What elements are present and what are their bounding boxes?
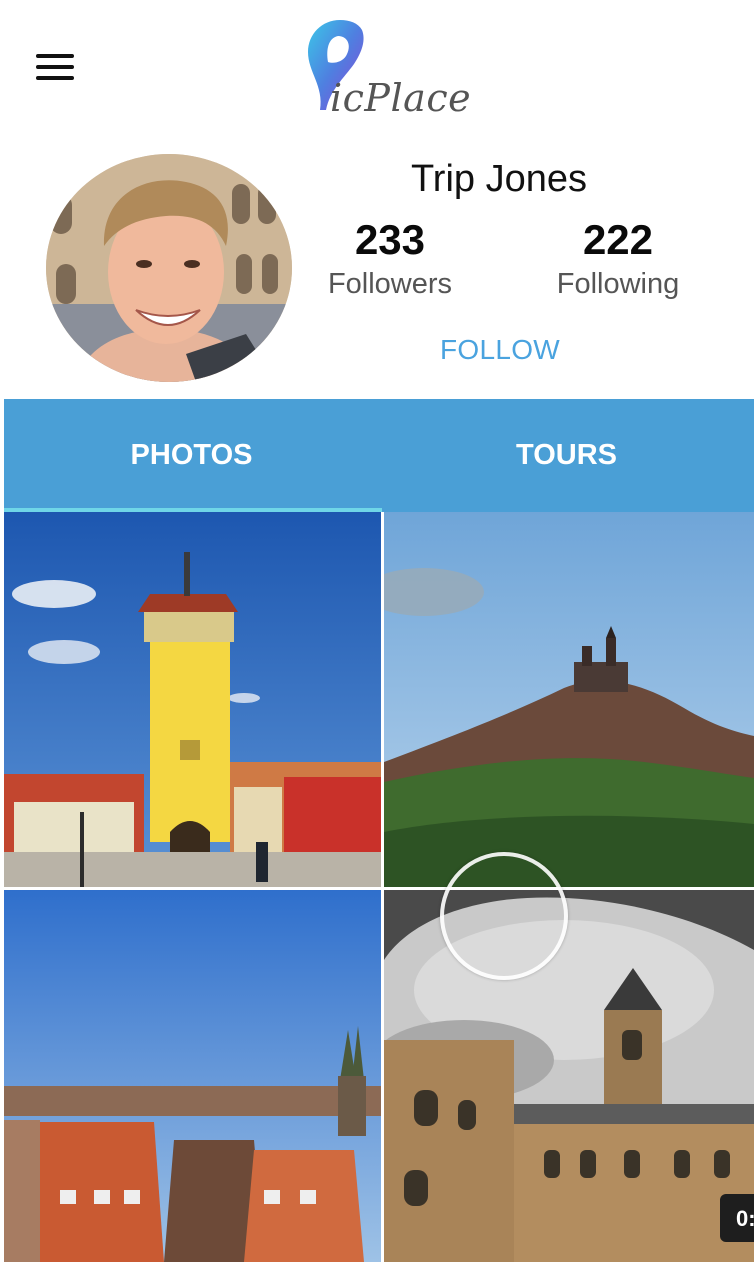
- photo-tile-tower-gate[interactable]: [4, 512, 381, 887]
- photo-tile-clock-building[interactable]: [384, 890, 754, 1262]
- profile-avatar[interactable]: [46, 154, 292, 382]
- followers-count: 233: [354, 216, 426, 263]
- followers-stat[interactable]: 233 Followers: [290, 214, 490, 301]
- followers-label: Followers: [327, 268, 453, 300]
- following-label: Following: [556, 268, 680, 300]
- video-time-badge: 0:: [720, 1194, 754, 1242]
- tab-tours[interactable]: TOURS: [379, 399, 754, 512]
- follow-button[interactable]: FOLLOW: [400, 334, 600, 366]
- photo-tile-city-rooftops[interactable]: [4, 890, 381, 1262]
- photo-tile-castle-hill[interactable]: [384, 512, 754, 887]
- tab-photos[interactable]: PHOTOS: [4, 399, 379, 512]
- hamburger-menu-icon[interactable]: [36, 54, 76, 82]
- tab-bar: PHOTOS TOURS: [4, 399, 754, 512]
- logo-text: icPlace: [330, 76, 472, 120]
- app-logo: icPlace: [300, 16, 471, 120]
- user-name: Trip Jones: [411, 158, 587, 200]
- following-stat[interactable]: 222 Following: [518, 214, 718, 301]
- following-count: 222: [582, 216, 654, 263]
